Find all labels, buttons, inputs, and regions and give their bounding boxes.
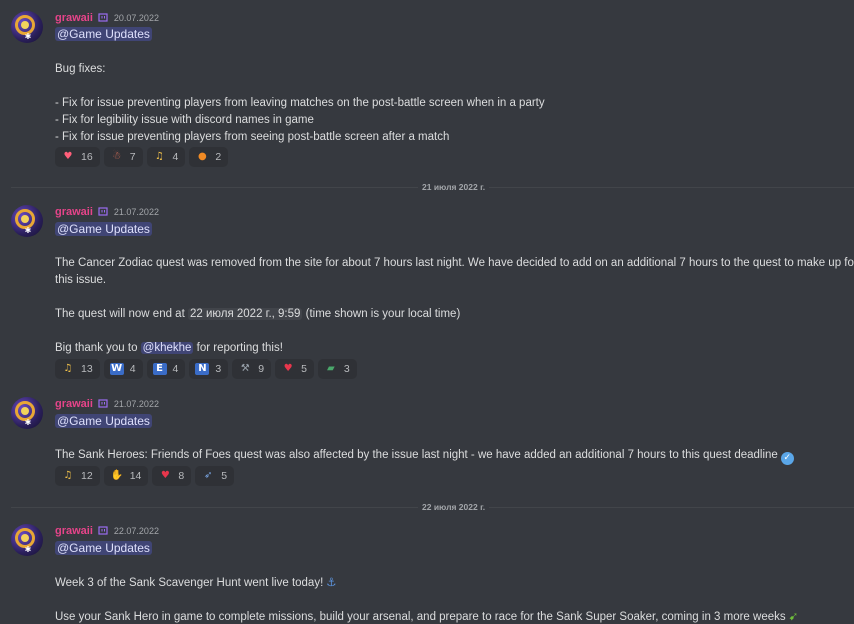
rocket-emoji: ➶ bbox=[204, 470, 213, 481]
twitch-icon bbox=[98, 526, 108, 535]
twitch-icon bbox=[98, 13, 108, 22]
message-timestamp: 21.07.2022 bbox=[113, 399, 159, 409]
wrench-emoji: ⚒ bbox=[240, 363, 250, 374]
author-avatar[interactable]: ✱ bbox=[11, 11, 43, 43]
reaction[interactable]: ☃ 7 bbox=[103, 147, 143, 167]
heart-face-emoji: ♥ bbox=[63, 151, 73, 162]
author-name[interactable]: grawaii bbox=[55, 398, 93, 410]
message-line: The quest will now end at 22 июля 2022 г… bbox=[55, 308, 461, 320]
message-timestamp: 22.07.2022 bbox=[113, 526, 159, 536]
author-avatar[interactable]: ✱ bbox=[11, 397, 43, 429]
reaction-bar: ♫ 13 W 4 E 4 N 3 ⚒ 9 ♥ 5 ▰ 3 bbox=[55, 359, 357, 379]
message-line: - Fix for issue preventing players from … bbox=[55, 131, 450, 143]
author-name[interactable]: grawaii bbox=[55, 206, 93, 218]
message-timestamp: 21.07.2022 bbox=[113, 207, 159, 217]
local-time-chip[interactable]: 22 июля 2022 г., 9:59 bbox=[187, 308, 303, 320]
role-mention[interactable]: @Game Updates bbox=[55, 541, 152, 555]
reaction[interactable]: ♫ 4 bbox=[146, 147, 186, 167]
orange-ball-emoji: ● bbox=[198, 151, 207, 162]
reaction[interactable]: N 3 bbox=[189, 359, 229, 379]
reaction-bar: ♥ 16 ☃ 7 ♫ 4 ● 2 bbox=[55, 147, 229, 167]
message-timestamp: 20.07.2022 bbox=[113, 13, 159, 23]
message-line: The Sank Heroes: Friends of Foes quest w… bbox=[55, 448, 794, 465]
date-divider-label: 21 июля 2022 г. bbox=[418, 182, 490, 192]
dancing-figure-emoji: ☃ bbox=[112, 151, 122, 162]
people-celebrating-emoji: ♫ bbox=[155, 151, 165, 162]
map-emoji: ▰ bbox=[327, 363, 335, 374]
date-divider-label: 22 июля 2022 г. bbox=[418, 502, 490, 512]
red-heart-emoji: ♥ bbox=[160, 470, 170, 481]
twitch-icon bbox=[98, 399, 108, 408]
message-line: Use your Sank Hero in game to complete m… bbox=[55, 609, 799, 623]
author-avatar[interactable]: ✱ bbox=[11, 205, 43, 237]
role-mention[interactable]: @Game Updates bbox=[55, 27, 152, 41]
message-line: Bug fixes: bbox=[55, 63, 106, 75]
message-line: Big thank you to @khekhe for reporting t… bbox=[55, 342, 283, 354]
twitch-icon bbox=[98, 207, 108, 216]
role-mention[interactable]: @Game Updates bbox=[55, 222, 152, 236]
reaction[interactable]: W 4 bbox=[103, 359, 143, 379]
reaction[interactable]: ♫ 13 bbox=[55, 359, 100, 379]
letter-w-emoji: W bbox=[109, 363, 124, 375]
role-mention[interactable]: @Game Updates bbox=[55, 414, 152, 428]
checkmark-icon: ✓ bbox=[780, 452, 794, 465]
reaction[interactable]: ➶ 5 bbox=[195, 466, 235, 486]
user-mention[interactable]: @khekhe bbox=[140, 342, 194, 354]
reaction[interactable]: ♥ 5 bbox=[275, 359, 314, 379]
author-name[interactable]: grawaii bbox=[55, 12, 93, 24]
red-heart-emoji: ♥ bbox=[283, 363, 293, 374]
message-line: - Fix for issue preventing players from … bbox=[55, 97, 545, 109]
message-line: this issue. bbox=[55, 274, 107, 286]
reaction[interactable]: ● 2 bbox=[189, 147, 229, 167]
reaction[interactable]: E 4 bbox=[146, 359, 186, 379]
reaction[interactable]: ▰ 3 bbox=[317, 359, 357, 379]
reaction[interactable]: ⚒ 9 bbox=[232, 359, 272, 379]
reaction[interactable]: ✋ 14 bbox=[103, 466, 149, 486]
author-avatar[interactable]: ✱ bbox=[11, 524, 43, 556]
reaction[interactable]: ♥ 16 bbox=[55, 147, 100, 167]
water-gun-icon: ➹ bbox=[788, 609, 799, 623]
anchor-icon: ⚓ bbox=[326, 575, 337, 589]
people-celebrating-emoji: ♫ bbox=[63, 470, 73, 481]
message-line: - Fix for legibility issue with discord … bbox=[55, 114, 314, 126]
reaction[interactable]: ♫ 12 bbox=[55, 466, 100, 486]
people-celebrating-emoji: ♫ bbox=[63, 363, 73, 374]
reaction[interactable]: ♥ 8 bbox=[152, 466, 192, 486]
letter-e-emoji: E bbox=[152, 363, 167, 375]
reaction-bar: ♫ 12 ✋ 14 ♥ 8 ➶ 5 bbox=[55, 466, 235, 486]
message-line: Week 3 of the Sank Scavenger Hunt went l… bbox=[55, 575, 337, 589]
thumbs-up-emoji: ✋ bbox=[110, 470, 123, 481]
message-line: The Cancer Zodiac quest was removed from… bbox=[55, 257, 854, 269]
author-name[interactable]: grawaii bbox=[55, 525, 93, 537]
letter-n-emoji: N bbox=[195, 363, 210, 375]
